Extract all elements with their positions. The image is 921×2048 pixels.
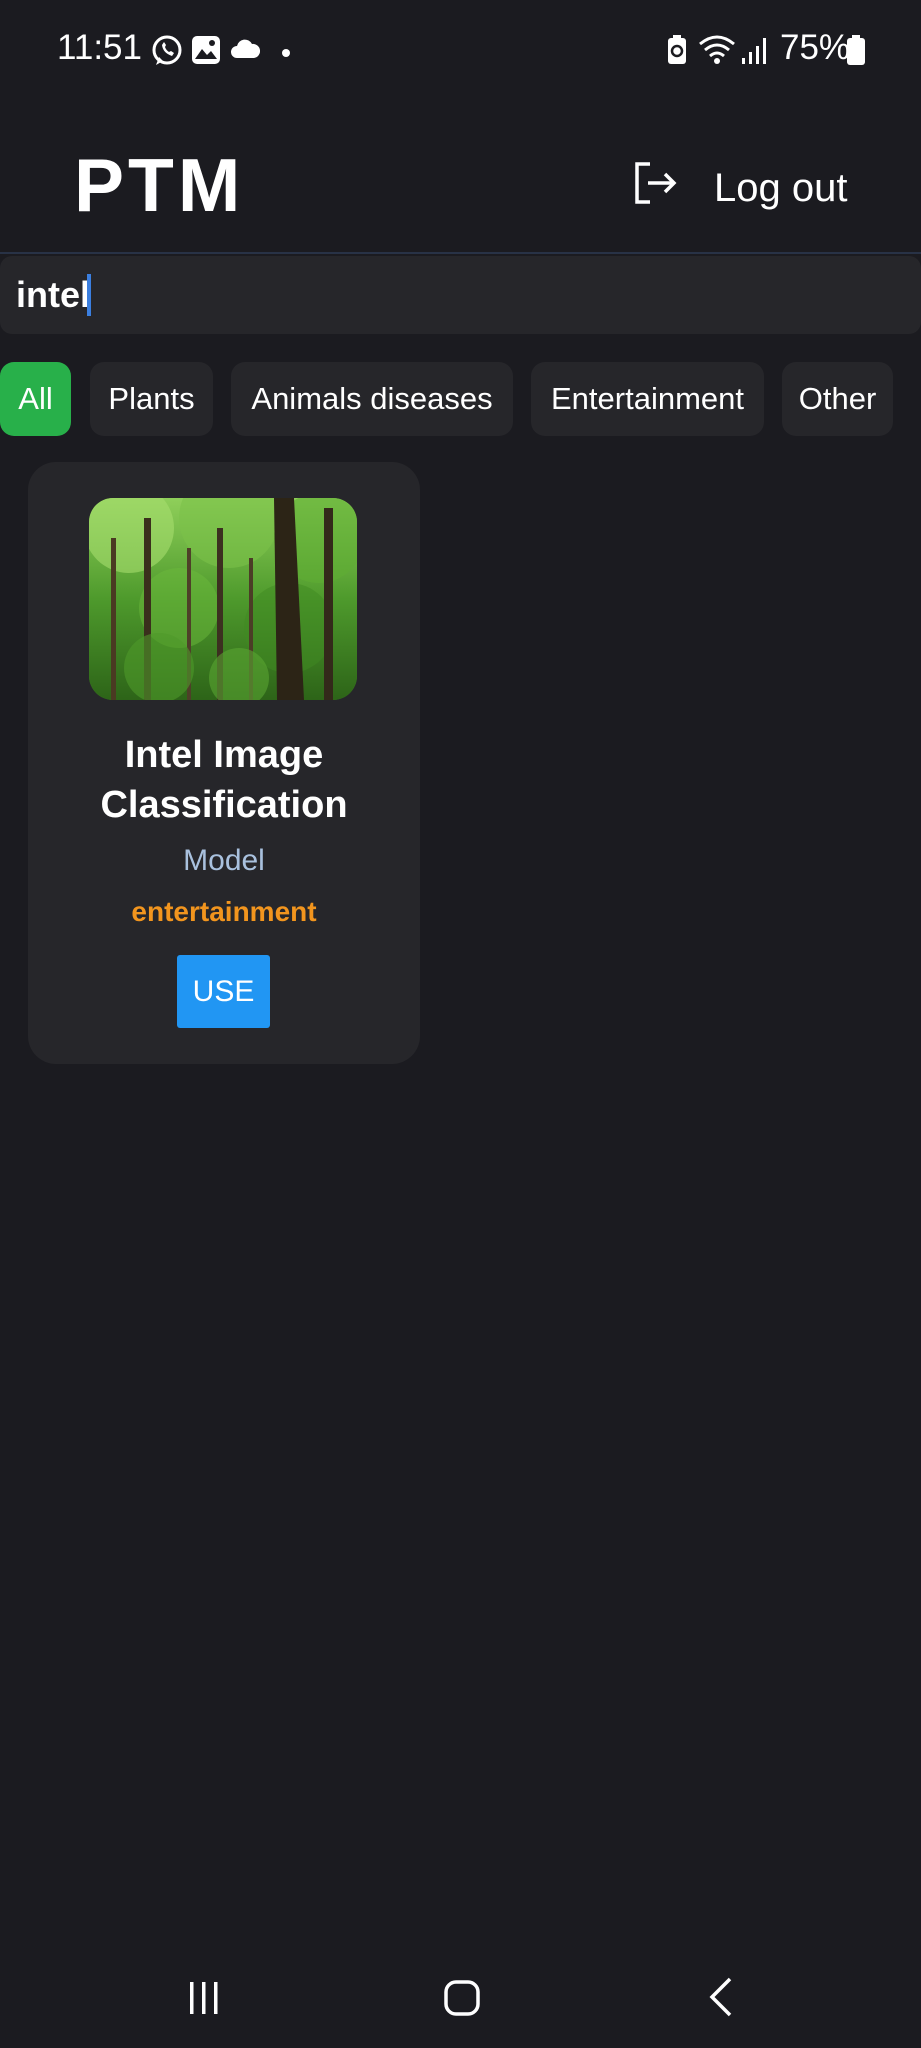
status-bar: 11:51 75% — [0, 0, 921, 100]
recent-apps-icon[interactable] — [186, 1980, 222, 2021]
app-title: PTM — [74, 143, 245, 227]
model-thumbnail-forest — [89, 498, 357, 700]
filter-chip-other[interactable]: Other — [782, 362, 893, 436]
search-bar — [0, 256, 921, 334]
filter-chip-entertainment[interactable]: Entertainment — [531, 362, 764, 436]
back-icon[interactable] — [706, 1976, 736, 2023]
text-cursor — [87, 274, 91, 316]
filter-chip-all[interactable]: All — [0, 362, 71, 436]
whatsapp-icon — [150, 34, 184, 73]
model-card: Intel Image Classification Model enterta… — [28, 462, 420, 1064]
logout-button[interactable]: Log out — [632, 156, 892, 216]
system-nav-bar — [0, 1940, 921, 2048]
filter-chip-label: Animals diseases — [251, 381, 493, 416]
filter-chip-label: Other — [798, 381, 877, 416]
filter-chip-animals-diseases[interactable]: Animals diseases — [231, 362, 513, 436]
logout-label: Log out — [714, 166, 848, 210]
battery-percent: 75% — [780, 28, 851, 67]
model-title: Intel Image Classification — [100, 734, 348, 826]
model-category: entertainment — [131, 896, 317, 927]
filter-chip-label: Plants — [108, 381, 195, 416]
wifi-icon — [697, 34, 737, 71]
filter-chip-label: Entertainment — [551, 381, 744, 416]
search-input[interactable] — [16, 256, 896, 334]
gallery-icon — [190, 34, 222, 71]
model-type: Model — [183, 844, 265, 877]
use-button[interactable]: USE — [177, 955, 270, 1028]
cloud-icon — [230, 38, 261, 65]
battery-icon — [846, 34, 866, 71]
app-header: PTM Log out — [0, 100, 921, 254]
battery-saver-icon — [665, 34, 689, 71]
signal-icon — [740, 34, 770, 71]
status-time: 11:51 — [57, 28, 142, 67]
dot-icon — [281, 45, 291, 63]
logout-icon — [632, 160, 678, 211]
filter-chip-label: All — [18, 381, 53, 416]
filter-chip-plants[interactable]: Plants — [90, 362, 213, 436]
home-icon[interactable] — [443, 1979, 481, 2022]
